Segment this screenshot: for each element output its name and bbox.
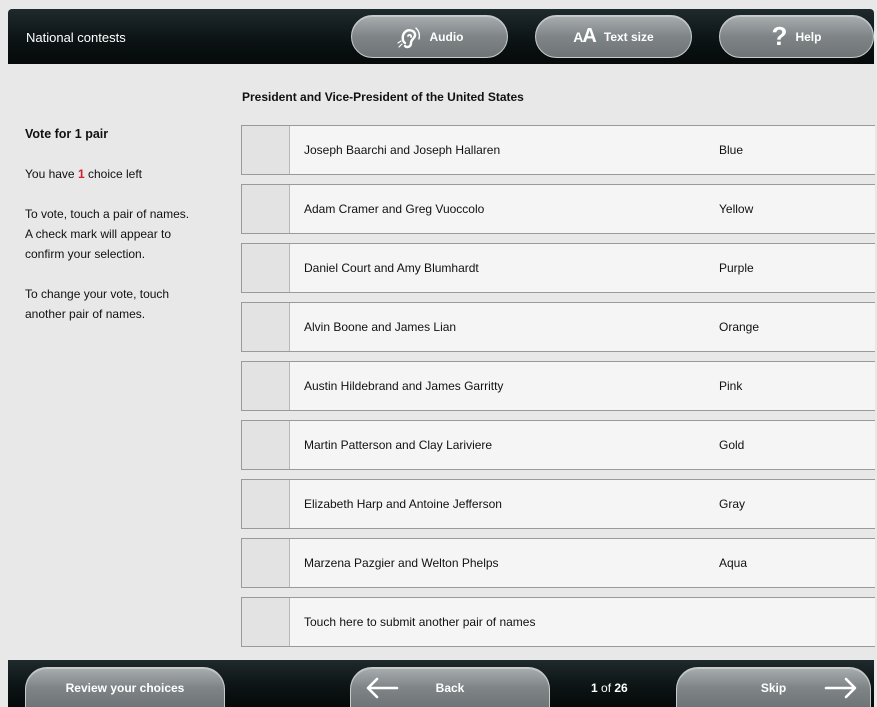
candidate-option[interactable]: Austin Hildebrand and James Garritty Pin… <box>241 361 875 411</box>
contest-title: President and Vice-President of the Unit… <box>242 90 524 104</box>
candidate-names: Joseph Baarchi and Joseph Hallaren <box>304 143 501 157</box>
candidate-option[interactable]: Martin Patterson and Clay Lariviere Gold <box>241 420 875 470</box>
selection-checkbox[interactable] <box>242 185 290 233</box>
how-to-vote-line: To vote, touch a pair of names. <box>25 207 190 221</box>
candidate-party: Gray <box>719 497 746 511</box>
candidate-option[interactable]: Alvin Boone and James Lian Orange <box>241 302 875 352</box>
how-to-change-line: To change your vote, touch <box>25 287 170 301</box>
candidate-names: Daniel Court and Amy Blumhardt <box>304 261 479 275</box>
text-size-label: Text size <box>603 29 654 44</box>
top-bar: National contests Audio AA Text size ? H… <box>8 9 874 64</box>
back-button[interactable]: Back <box>350 667 550 707</box>
arrow-right-icon <box>824 677 858 702</box>
help-label: Help <box>795 29 822 44</box>
selection-checkbox[interactable] <box>242 421 290 469</box>
candidate-party: Gold <box>719 438 745 452</box>
section-title: National contests <box>26 30 126 45</box>
how-to-vote-line: confirm your selection. <box>25 247 146 261</box>
candidate-option[interactable]: Elizabeth Harp and Antoine Jefferson Gra… <box>241 479 875 529</box>
candidate-party: Pink <box>719 379 743 393</box>
candidate-names: Austin Hildebrand and James Garritty <box>304 379 504 393</box>
candidate-party: Purple <box>719 261 754 275</box>
selection-checkbox[interactable] <box>242 126 290 174</box>
candidate-list: Joseph Baarchi and Joseph Hallaren Blue … <box>241 125 875 656</box>
page-total: 26 <box>614 681 628 695</box>
selection-checkbox[interactable] <box>242 244 290 292</box>
write-in-label: Touch here to submit another pair of nam… <box>304 615 536 629</box>
ear-icon <box>396 23 422 51</box>
candidate-party: Yellow <box>719 202 754 216</box>
candidate-option[interactable]: Marzena Pazgier and Welton Phelps Aqua <box>241 538 875 588</box>
candidate-option[interactable]: Daniel Court and Amy Blumhardt Purple <box>241 243 875 293</box>
page-current: 1 <box>591 681 598 695</box>
text-size-icon: AA <box>573 25 597 47</box>
how-to-vote-line: A check mark will appear to <box>25 227 172 241</box>
candidate-party: Orange <box>719 320 760 334</box>
candidate-party: Aqua <box>719 556 748 570</box>
skip-label: Skip <box>760 680 787 695</box>
candidate-option[interactable]: Adam Cramer and Greg Vuoccolo Yellow <box>241 184 875 234</box>
selection-checkbox[interactable] <box>242 362 290 410</box>
candidate-option[interactable]: Joseph Baarchi and Joseph Hallaren Blue <box>241 125 875 175</box>
candidate-names: Marzena Pazgier and Welton Phelps <box>304 556 499 570</box>
question-mark-icon: ? <box>771 21 788 51</box>
candidate-names: Alvin Boone and James Lian <box>304 320 457 334</box>
bottom-bar: Review your choices Back 1 of 26 Skip <box>8 660 874 707</box>
page-indicator: 1 of 26 <box>591 681 628 695</box>
how-to-change-text: To change your vote, touch another pair … <box>25 284 225 324</box>
text-size-button[interactable]: AA Text size <box>535 15 692 58</box>
candidate-party: Blue <box>719 143 744 157</box>
audio-label: Audio <box>429 29 464 44</box>
back-label: Back <box>435 680 465 695</box>
candidate-names: Adam Cramer and Greg Vuoccolo <box>304 202 485 216</box>
vote-for-label: Vote for 1 pair <box>25 127 109 141</box>
write-in-option[interactable]: Touch here to submit another pair of nam… <box>241 597 875 647</box>
selection-checkbox[interactable] <box>242 480 290 528</box>
choices-suffix: choice left <box>84 167 143 181</box>
review-choices-button[interactable]: Review your choices <box>25 667 225 707</box>
selection-checkbox[interactable] <box>242 598 290 646</box>
selection-checkbox[interactable] <box>242 303 290 351</box>
how-to-change-line: another pair of names. <box>25 307 146 321</box>
skip-button[interactable]: Skip <box>676 667 871 707</box>
help-button[interactable]: ? Help <box>719 15 874 58</box>
how-to-vote-text: To vote, touch a pair of names. A check … <box>25 204 225 264</box>
page-of: of <box>597 681 615 695</box>
candidate-names: Martin Patterson and Clay Lariviere <box>304 438 493 452</box>
review-choices-label: Review your choices <box>65 680 185 695</box>
selection-checkbox[interactable] <box>242 539 290 587</box>
choices-left-text: You have 1 choice left <box>25 164 225 184</box>
choices-count: 1 <box>77 167 85 181</box>
audio-button[interactable]: Audio <box>351 15 508 58</box>
candidate-names: Elizabeth Harp and Antoine Jefferson <box>304 497 502 511</box>
arrow-left-icon <box>365 677 399 702</box>
instructions-panel: Vote for 1 pair You have 1 choice left T… <box>25 124 225 344</box>
choices-prefix: You have <box>25 167 78 181</box>
